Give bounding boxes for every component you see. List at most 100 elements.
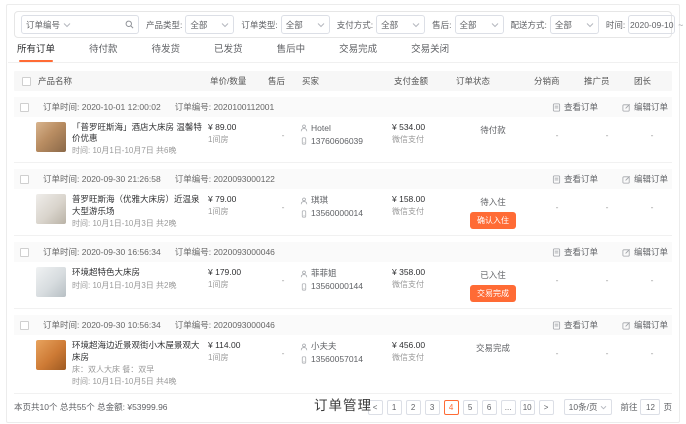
filter-bar: 订单编号 产品类型: 全部 订单类型: 全部 支付方式:: [14, 11, 672, 38]
order-time: 订单时间: 2020-10-01 12:00:02: [43, 101, 161, 113]
buyer-cell: Hotel 13760606039: [300, 122, 392, 148]
select-all-checkbox[interactable]: [22, 77, 31, 86]
quantity: 1间房: [208, 206, 266, 217]
unit-price: ¥ 179.00: [208, 267, 266, 277]
pay-cell: ¥ 534.00 微信支付: [392, 122, 454, 145]
person-icon: [300, 343, 308, 351]
edit-order-button[interactable]: 编辑订单: [622, 319, 668, 331]
edit-order-icon: [622, 321, 631, 330]
product-name[interactable]: 「普罗旺斯海」酒店大床房 温馨特价优惠: [72, 122, 204, 144]
edit-order-button[interactable]: 编辑订单: [622, 173, 668, 185]
distributor-cell: -: [532, 340, 582, 358]
chevron-down-icon: [221, 22, 229, 28]
buyer-phone: 13560057014: [311, 353, 363, 366]
tab-closed[interactable]: 交易关闭: [411, 41, 449, 62]
product-image[interactable]: [36, 122, 66, 152]
col-pay-amount: 支付金额: [392, 75, 454, 87]
col-price-qty: 单价/数量: [208, 75, 266, 87]
pay-method-select[interactable]: 全部: [376, 15, 425, 34]
price-qty-cell: ¥ 114.00 1间房: [208, 340, 266, 363]
order-checkbox[interactable]: [20, 248, 29, 257]
complete-trade-button[interactable]: 交易完成: [470, 285, 516, 302]
after-sale-cell: -: [266, 267, 300, 285]
product-name[interactable]: 普罗旺斯海（优雅大床房）近温泉大型游乐场: [72, 194, 204, 216]
product-type-select[interactable]: 全部: [185, 15, 234, 34]
order-type-select[interactable]: 全部: [281, 15, 330, 34]
product-time: 时间: 10月1日-10月3日 共2晚: [72, 219, 204, 229]
status-text: 已入住: [454, 269, 532, 281]
edit-order-icon: [622, 175, 631, 184]
edit-order-icon: [622, 248, 631, 257]
product-name[interactable]: 环境超海边近景观街小木屋景观大床房: [72, 340, 204, 362]
view-order-button[interactable]: 查看订单: [552, 101, 598, 113]
select-value: 全部: [381, 19, 398, 31]
order-row: 「普罗旺斯海」酒店大床房 温馨特价优惠 时间: 10月1日-10月7日 共6晚 …: [14, 117, 672, 162]
search-input[interactable]: [75, 17, 121, 32]
buyer-name: Hotel: [311, 122, 331, 135]
pay-method: 微信支付: [392, 134, 454, 145]
filter-product-type: 产品类型: 全部: [146, 15, 234, 34]
tab-to-ship[interactable]: 待发货: [152, 41, 181, 62]
status-cell: 已入住 交易完成: [454, 267, 532, 302]
order-group: 订单时间: 2020-09-30 10:56:34 订单编号: 20200930…: [14, 315, 672, 394]
buyer-cell: 小夫夫 13560057014: [300, 340, 392, 366]
select-value: 全部: [286, 19, 303, 31]
product-image[interactable]: [36, 340, 66, 370]
search-field-select[interactable]: 订单编号: [22, 19, 75, 31]
promoter-cell: -: [582, 122, 632, 140]
product-image[interactable]: [36, 194, 66, 224]
unit-price: ¥ 79.00: [208, 194, 266, 204]
after-sale-select[interactable]: 全部: [455, 15, 504, 34]
edit-order-icon: [622, 103, 631, 112]
confirm-checkin-button[interactable]: 确认入住: [470, 212, 516, 229]
order-tabs: 所有订单 待付款 待发货 已发货 售后中 交易完成 交易关闭: [8, 38, 678, 63]
product-name[interactable]: 环境超特色大床房: [72, 267, 176, 278]
promoter-cell: -: [582, 267, 632, 285]
filter-delivery: 配送方式: 全部: [511, 15, 599, 34]
distributor-cell: -: [532, 267, 582, 285]
phone-icon: [300, 137, 308, 145]
pay-amount: ¥ 358.00: [392, 267, 454, 277]
date-start-input[interactable]: 2020-09-10: [628, 15, 675, 34]
view-order-icon: [552, 103, 561, 112]
delivery-select[interactable]: 全部: [550, 15, 599, 34]
tab-pending-payment[interactable]: 待付款: [89, 41, 118, 62]
filter-after-sale: 售后: 全部: [432, 15, 503, 34]
select-value: 全部: [460, 19, 477, 31]
col-product-name: 产品名称: [36, 75, 208, 87]
buyer-cell: 菲菲姐 13560000144: [300, 267, 392, 293]
distributor-cell: -: [532, 122, 582, 140]
tab-after-sale[interactable]: 售后中: [277, 41, 306, 62]
order-group: 订单时间: 2020-09-30 21:26:58 订单编号: 20200930…: [14, 169, 672, 236]
filter-pay-method: 支付方式: 全部: [337, 15, 425, 34]
order-checkbox[interactable]: [20, 103, 29, 112]
phone-icon: [300, 356, 308, 364]
view-order-button[interactable]: 查看订单: [552, 319, 598, 331]
edit-order-button[interactable]: 编辑订单: [622, 246, 668, 258]
search-icon[interactable]: [121, 20, 138, 29]
filter-label: 产品类型:: [146, 19, 182, 31]
view-order-button[interactable]: 查看订单: [552, 246, 598, 258]
view-order-icon: [552, 321, 561, 330]
order-row: 环境超海边近景观街小木屋景观大床房 床：双人大床 餐：双早 时间: 10月1日-…: [14, 335, 672, 393]
tab-all-orders[interactable]: 所有订单: [17, 41, 55, 62]
edit-order-button[interactable]: 编辑订单: [622, 101, 668, 113]
order-checkbox[interactable]: [20, 321, 29, 330]
tab-shipped[interactable]: 已发货: [214, 41, 243, 62]
view-order-button[interactable]: 查看订单: [552, 173, 598, 185]
order-time: 订单时间: 2020-09-30 10:56:34: [43, 319, 161, 331]
col-promoter: 推广员: [582, 75, 632, 87]
pay-method: 微信支付: [392, 352, 454, 363]
product-cell: 环境超海边近景观街小木屋景观大床房 床：双人大床 餐：双早 时间: 10月1日-…: [36, 340, 208, 387]
status-cell: 待付款: [454, 122, 532, 136]
quantity: 1间房: [208, 134, 266, 145]
status-text: 待入住: [454, 196, 532, 208]
order-no-search-group: 订单编号: [21, 15, 139, 34]
select-value: 全部: [190, 19, 207, 31]
order-checkbox[interactable]: [20, 175, 29, 184]
tab-completed[interactable]: 交易完成: [339, 41, 377, 62]
status-cell: 交易完成: [454, 340, 532, 354]
search-field-label: 订单编号: [26, 19, 60, 31]
product-image[interactable]: [36, 267, 66, 297]
date-separator: ~: [678, 20, 683, 30]
